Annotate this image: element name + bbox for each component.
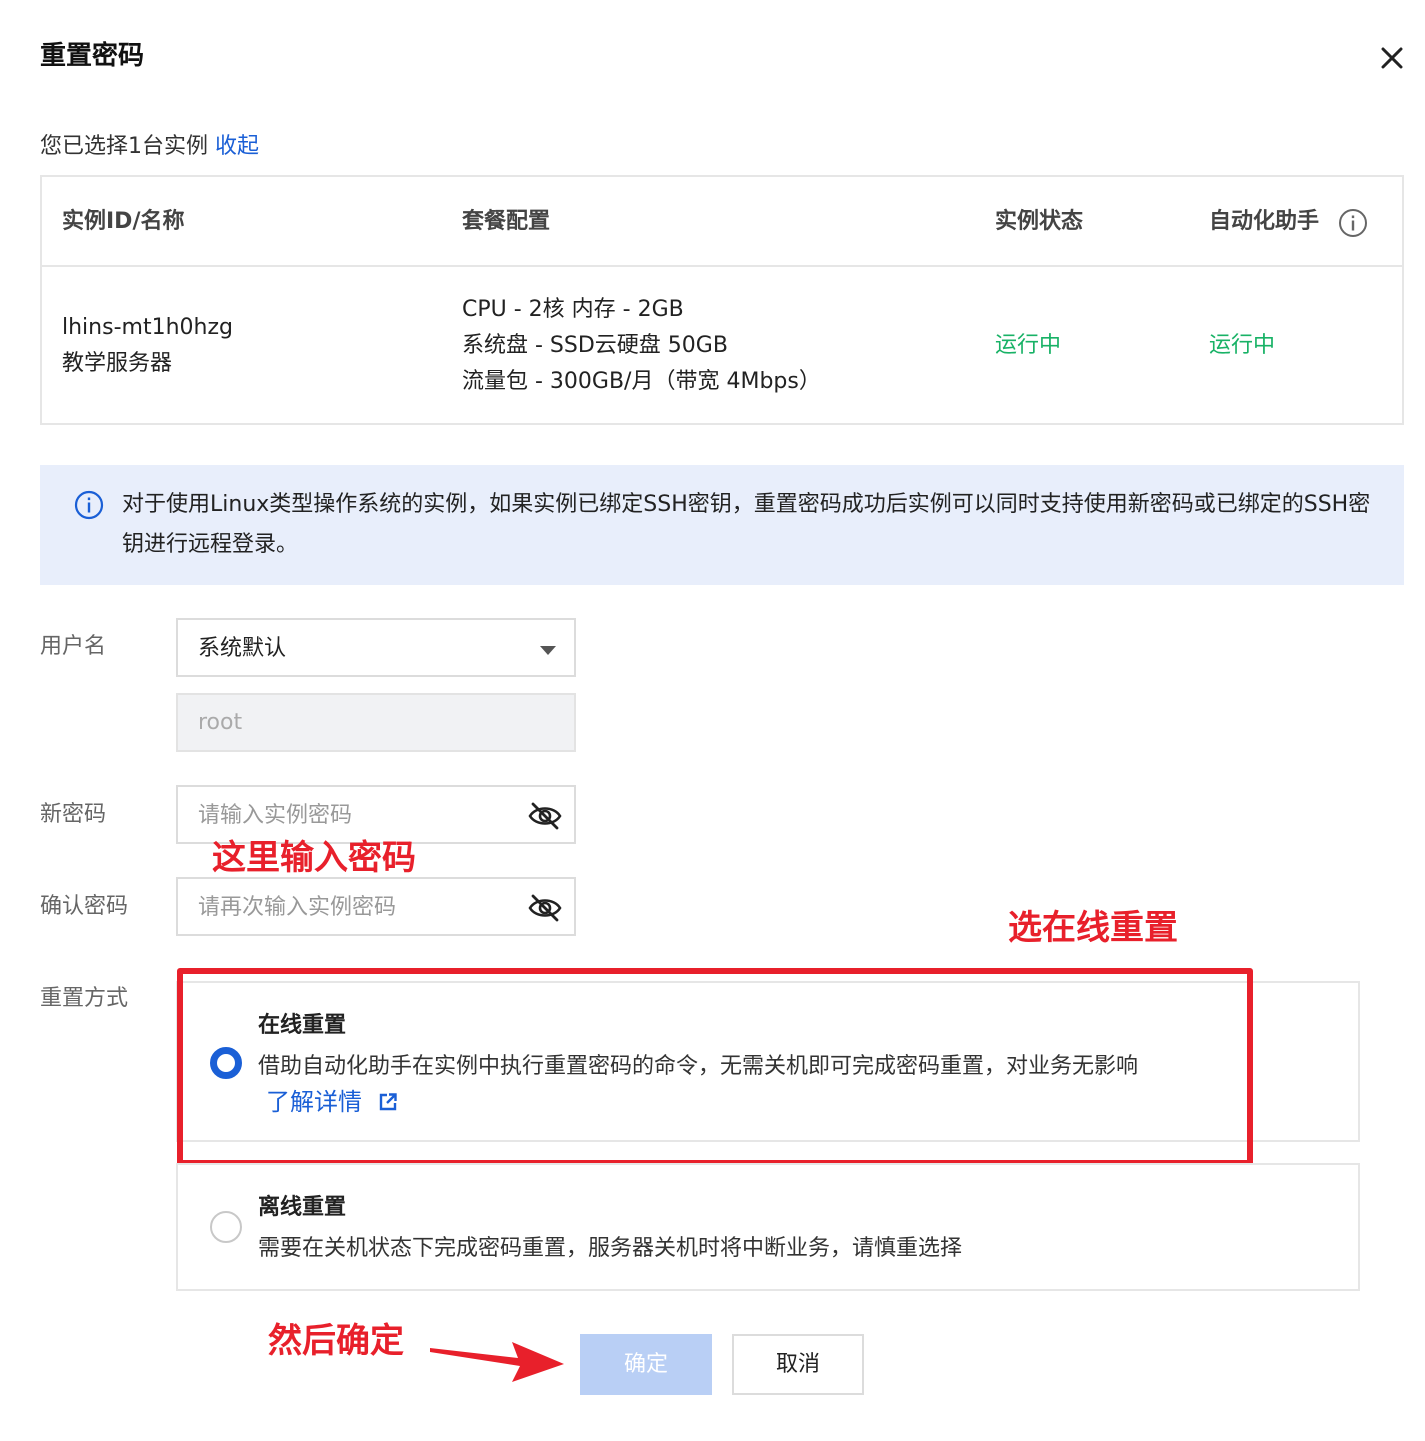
annotation-highlight-box xyxy=(177,968,1253,1166)
offline-reset-title: 离线重置 xyxy=(258,1195,347,1220)
annotation-enter-password: 这里输入密码 xyxy=(212,838,416,878)
instance-id: lhins-mt1h0hzg xyxy=(62,315,233,340)
new-password-placeholder: 请输入实例密码 xyxy=(198,803,353,828)
column-header-automation: 自动化助手 xyxy=(1209,209,1320,234)
config-disk: 系统盘 - SSD云硬盘 50GB xyxy=(462,333,728,358)
automation-status: 运行中 xyxy=(1209,333,1276,358)
column-header-status: 实例状态 xyxy=(995,209,1084,234)
confirm-password-label: 确认密码 xyxy=(40,894,129,919)
offline-reset-option[interactable]: 离线重置 需要在关机状态下完成密码重置，服务器关机时将中断业务，请慎重选择 xyxy=(176,1163,1360,1291)
collapse-link[interactable]: 收起 xyxy=(215,134,259,159)
offline-reset-radio[interactable] xyxy=(210,1211,242,1243)
dialog-title: 重置密码 xyxy=(40,41,145,71)
table-header: 实例ID/名称 套餐配置 实例状态 自动化助手 xyxy=(42,177,1402,267)
instance-table: 实例ID/名称 套餐配置 实例状态 自动化助手 lhins-mt1h0hzg 教… xyxy=(40,175,1404,425)
reset-method-label: 重置方式 xyxy=(40,986,129,1011)
username-select[interactable]: 系统默认 xyxy=(176,618,576,677)
cancel-button[interactable]: 取消 xyxy=(732,1334,864,1395)
close-icon xyxy=(1381,47,1403,69)
column-header-instance: 实例ID/名称 xyxy=(62,209,185,234)
username-label: 用户名 xyxy=(40,634,107,659)
notice-text: 对于使用Linux类型操作系统的实例，如果实例已绑定SSH密钥，重置密码成功后实… xyxy=(122,492,1371,557)
new-password-label: 新密码 xyxy=(40,802,107,827)
username-field: root xyxy=(176,693,576,752)
info-circle-icon xyxy=(74,490,104,520)
info-circle-icon[interactable] xyxy=(1338,208,1368,238)
instance-status: 运行中 xyxy=(995,333,1062,358)
annotation-arrow-icon xyxy=(430,1342,564,1382)
annotation-then-confirm: 然后确定 xyxy=(268,1321,404,1361)
eye-off-icon[interactable] xyxy=(528,801,562,831)
offline-reset-description: 需要在关机状态下完成密码重置，服务器关机时将中断业务，请慎重选择 xyxy=(258,1236,963,1261)
confirm-password-input[interactable]: 请再次输入实例密码 xyxy=(176,877,576,936)
column-header-config: 套餐配置 xyxy=(462,209,551,234)
config-cpu-memory: CPU - 2核 内存 - 2GB xyxy=(462,297,684,322)
username-select-value: 系统默认 xyxy=(198,636,287,661)
info-notice: 对于使用Linux类型操作系统的实例，如果实例已绑定SSH密钥，重置密码成功后实… xyxy=(40,465,1404,585)
annotation-choose-online: 选在线重置 xyxy=(1008,908,1178,948)
config-traffic: 流量包 - 300GB/月（带宽 4Mbps） xyxy=(462,369,821,394)
chevron-down-icon xyxy=(540,646,556,655)
eye-off-icon[interactable] xyxy=(528,893,562,923)
confirm-button[interactable]: 确定 xyxy=(580,1334,712,1395)
instance-name: 教学服务器 xyxy=(62,351,173,376)
confirm-password-placeholder: 请再次输入实例密码 xyxy=(198,895,397,920)
selection-count-text: 您已选择1台实例 xyxy=(40,134,208,159)
selection-summary: 您已选择1台实例 收起 xyxy=(40,130,259,164)
close-button[interactable] xyxy=(1376,40,1408,74)
